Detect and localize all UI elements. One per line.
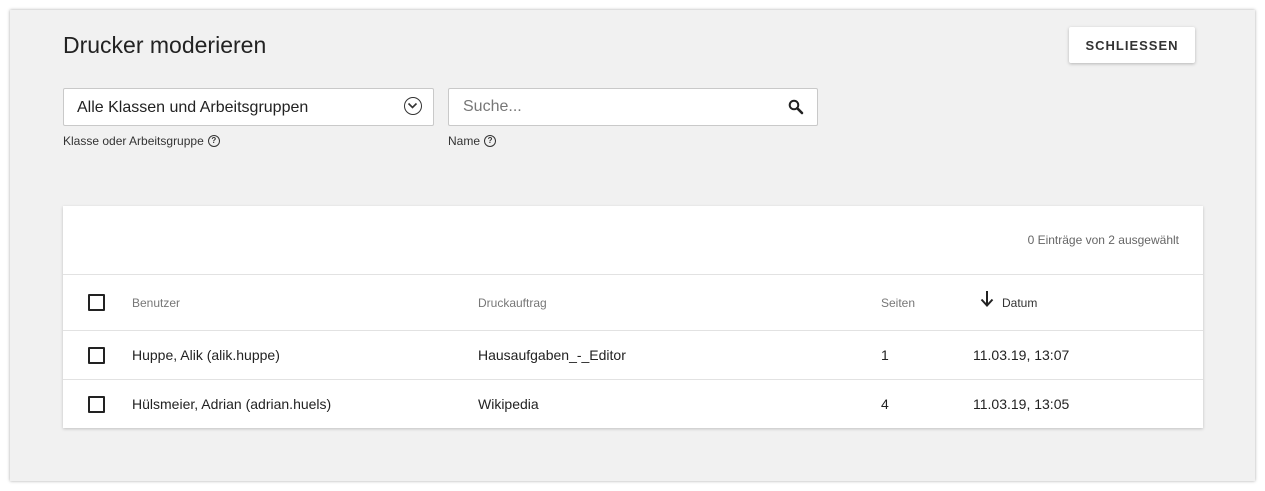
row-checkbox[interactable] [88,347,105,364]
name-search-field[interactable] [448,88,818,126]
row-date: 11.03.19, 13:05 [973,396,1070,412]
group-select-hint: Klasse oder Arbeitsgruppe ? [63,134,220,148]
row-pages: 4 [881,396,889,412]
row-user: Hülsmeier, Adrian (adrian.huels) [132,396,332,412]
column-header-job[interactable]: Druckauftrag [478,296,547,310]
row-checkbox[interactable] [88,396,105,413]
search-input[interactable] [461,97,765,117]
row-user: Huppe, Alik (alik.huppe) [132,347,280,363]
divider [63,274,1203,275]
chevron-down-circle-icon[interactable] [404,97,422,115]
divider [63,379,1203,380]
divider [63,330,1203,331]
arrow-down-icon[interactable] [980,290,994,313]
print-jobs-table: 0 Einträge von 2 ausgewählt Benutzer Dru… [63,206,1203,428]
group-select[interactable]: Alle Klassen und Arbeitsgruppen [63,88,434,126]
row-job: Hausaufgaben_-_Editor [478,347,626,363]
close-button[interactable]: SCHLIESSEN [1069,27,1195,63]
group-select-value: Alle Klassen und Arbeitsgruppen [77,99,309,116]
column-header-date[interactable]: Datum [1002,296,1037,310]
row-job: Wikipedia [478,396,539,412]
select-all-checkbox[interactable] [88,294,105,311]
moderation-panel: Drucker moderieren SCHLIESSEN Alle Klass… [10,10,1255,481]
help-circle-icon[interactable]: ? [207,135,220,147]
column-header-pages[interactable]: Seiten [881,296,915,310]
row-date: 11.03.19, 13:07 [973,347,1070,363]
page-title: Drucker moderieren [63,32,267,58]
search-icon[interactable] [788,99,804,120]
row-pages: 1 [881,347,889,363]
help-circle-icon[interactable]: ? [484,135,497,147]
column-header-user[interactable]: Benutzer [132,296,180,310]
name-hint-label: Name [448,134,481,148]
selection-count: 0 Einträge von 2 ausgewählt [1027,233,1179,247]
group-hint-label: Klasse oder Arbeitsgruppe [63,134,204,148]
name-search-hint: Name ? [448,134,497,148]
